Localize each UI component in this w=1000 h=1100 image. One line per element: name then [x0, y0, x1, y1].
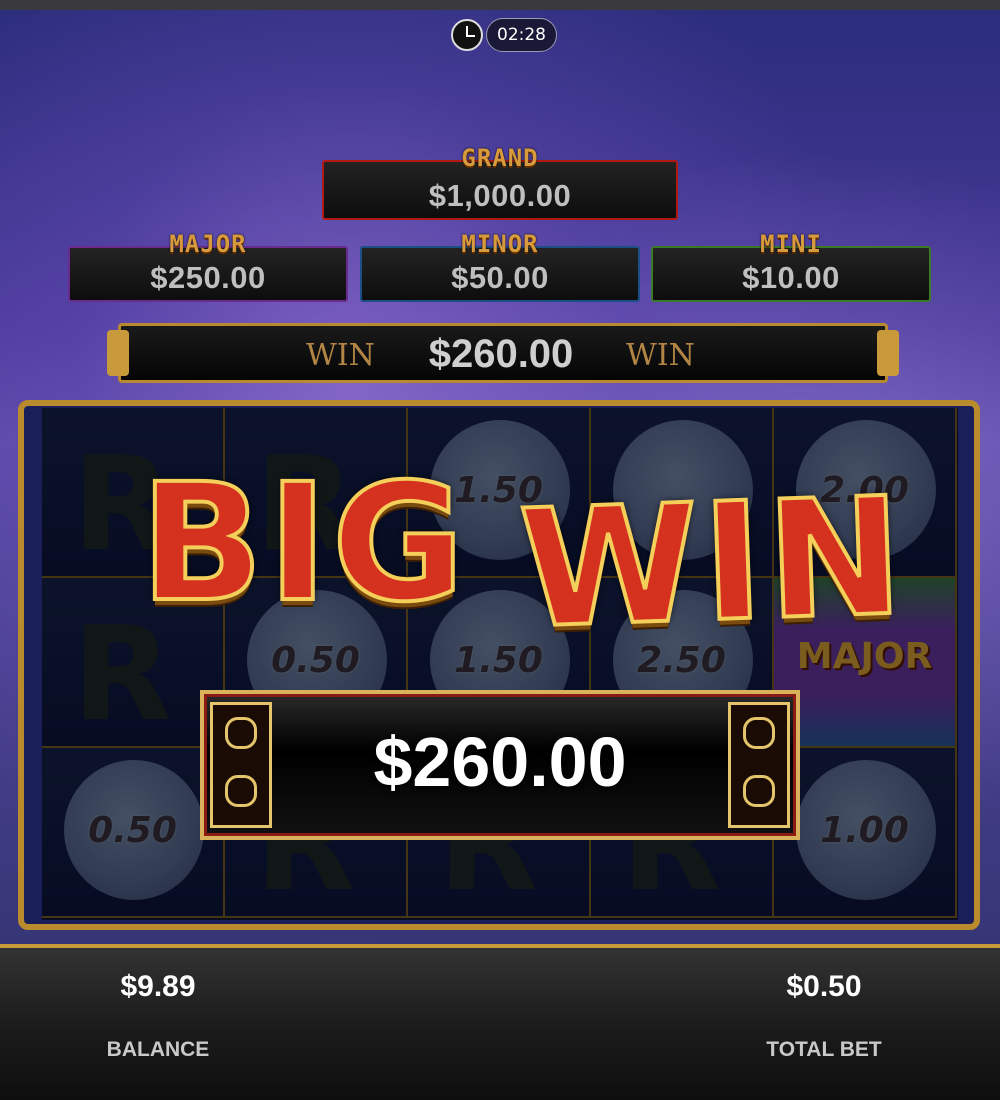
jackpot-grand: GRAND $1,000.00 [322, 144, 678, 220]
clock-icon [451, 19, 483, 51]
jackpot-mini-label: MINI [760, 230, 822, 258]
lattice-ornament-left [210, 702, 272, 828]
win-word-left: WIN [306, 338, 375, 373]
win-meter: WIN $260.00 WIN [107, 323, 899, 383]
balance-label: BALANCE [106, 1038, 210, 1061]
win-amount: $260.00 [428, 332, 574, 376]
win-word-right: WIN [626, 338, 695, 373]
big-win-word-big: BIG [138, 448, 469, 640]
jackpot-minor-label: MINOR [461, 230, 539, 258]
win-bar-right-ornament [877, 330, 899, 376]
jackpot-major-label: MAJOR [169, 230, 247, 258]
jackpot-mini: MINI $10.00 [651, 230, 931, 302]
jackpot-major-value: $250.00 [150, 260, 266, 295]
jackpot-minor-value: $50.00 [451, 260, 549, 295]
lattice-ornament-right [728, 702, 790, 828]
game-scene: 02:28 GRAND $1,000.00 MAJOR $250.00 MINO… [0, 0, 1000, 1100]
top-status-bar [0, 0, 1000, 10]
jackpot-mini-value: $10.00 [742, 260, 840, 295]
big-win-amount: $260.00 [373, 723, 627, 801]
jackpot-grand-label: GRAND [461, 144, 539, 172]
balance-value: $9.89 [120, 970, 196, 1003]
session-timer: 02:28 [486, 18, 557, 52]
total-bet-label: TOTAL BET [766, 1038, 882, 1061]
big-win-amount-plaque: $260.00 [200, 690, 800, 840]
jackpot-grand-value: $1,000.00 [428, 178, 572, 213]
jackpot-minor: MINOR $50.00 [360, 230, 640, 302]
total-bet-value: $0.50 [786, 970, 862, 1003]
win-bar-left-ornament [107, 330, 129, 376]
jackpot-major: MAJOR $250.00 [68, 230, 348, 302]
big-win-word-win: WIN [515, 461, 912, 666]
